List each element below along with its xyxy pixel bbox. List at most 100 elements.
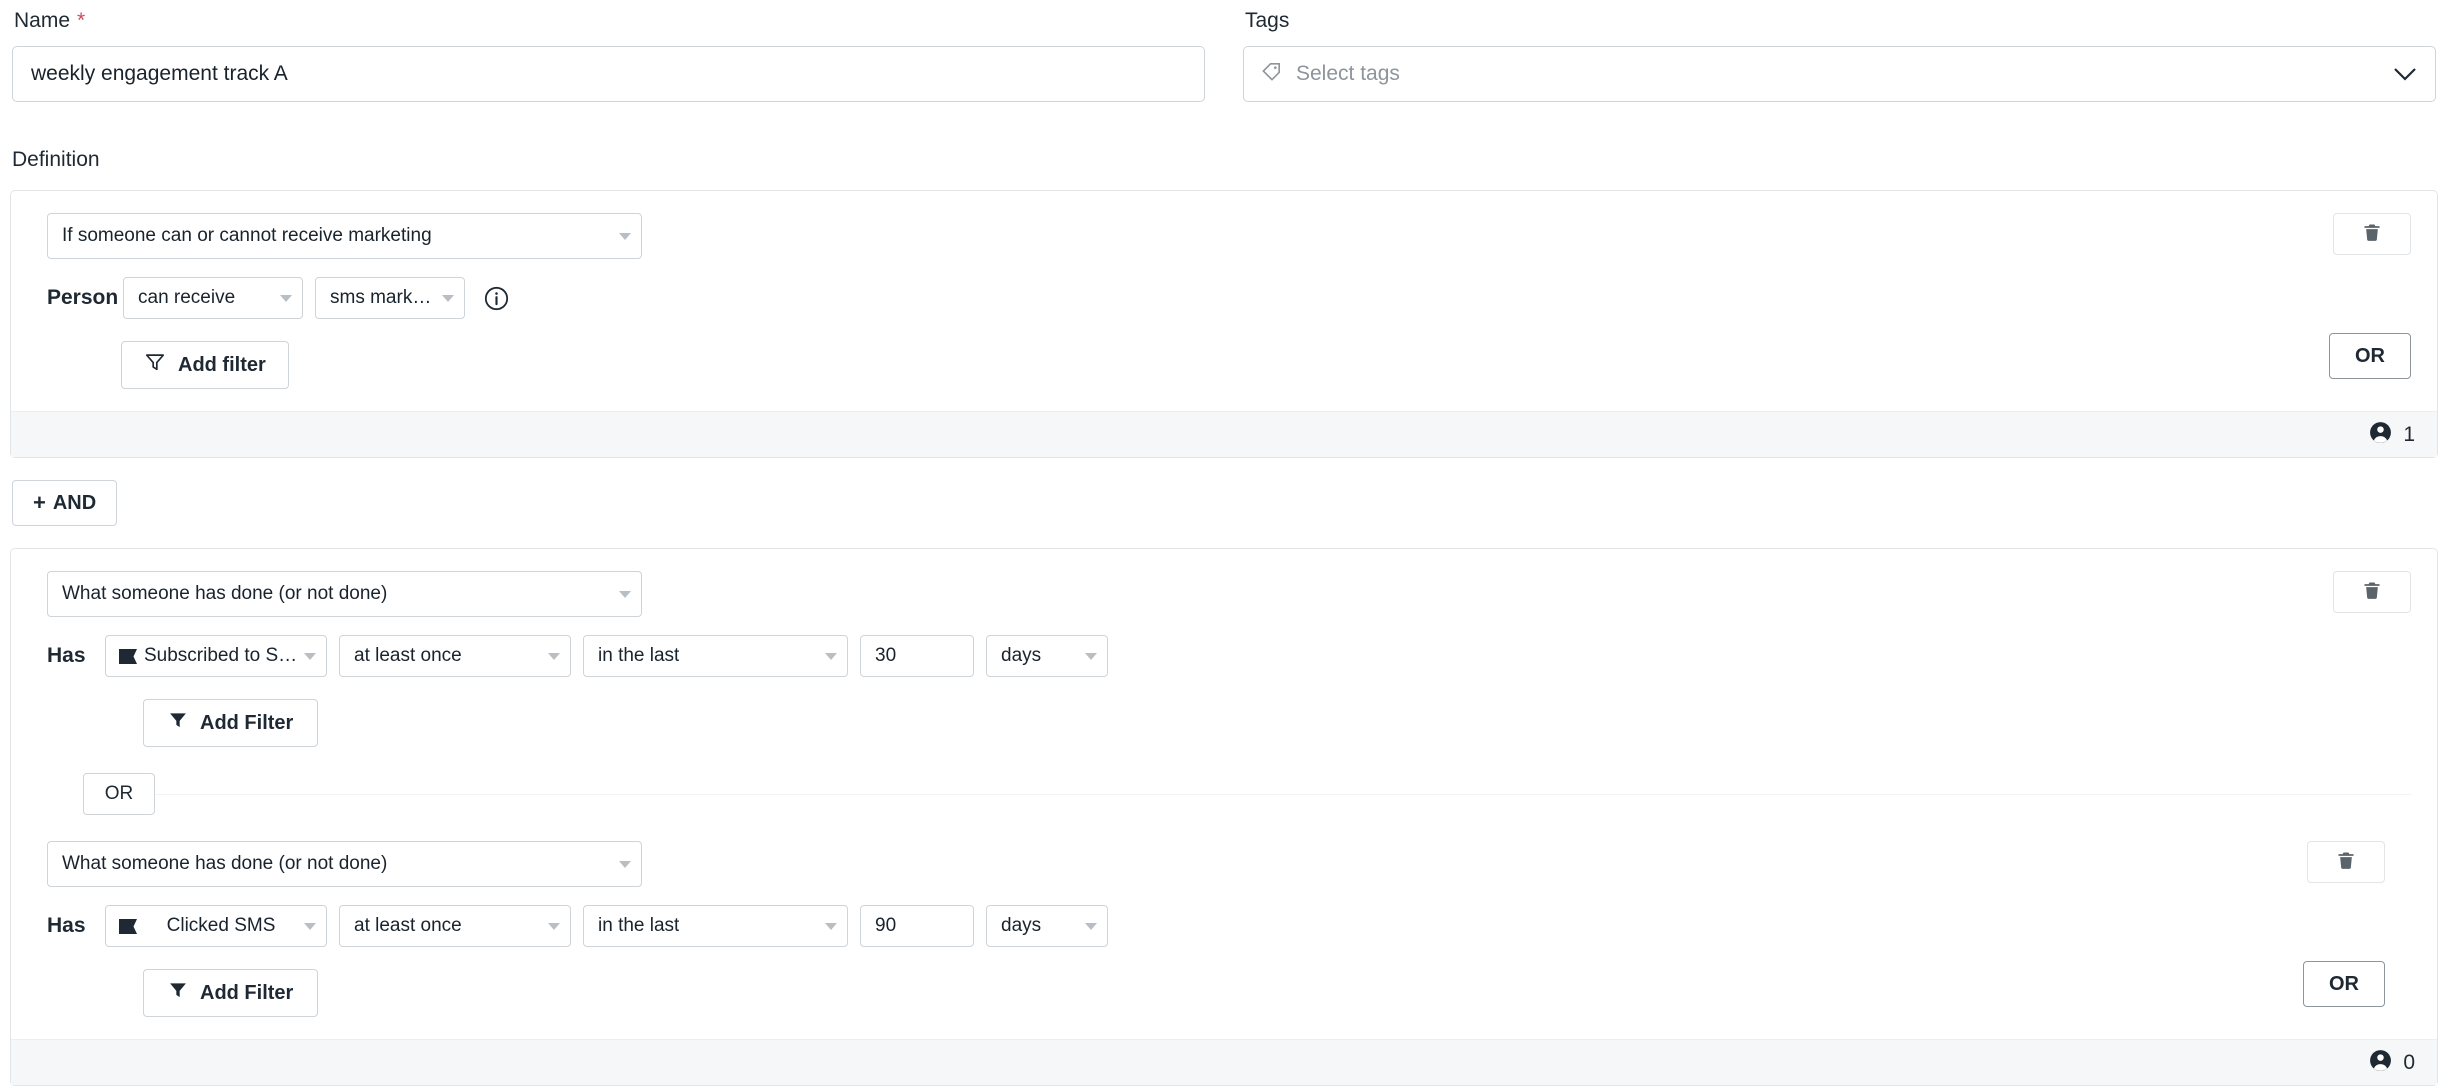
trash-icon	[2362, 579, 2382, 606]
unit-value-1: days	[1001, 645, 1042, 666]
person-count-1: 1	[2403, 422, 2415, 446]
tags-label: Tags	[1245, 8, 2436, 34]
unit-select-1[interactable]: days	[986, 635, 1108, 677]
condition-type-value-2: What someone has done (or not done)	[62, 583, 388, 604]
add-filter-button-2[interactable]: Add Filter	[143, 699, 319, 747]
frequency-value-2: at least once	[354, 915, 462, 936]
person-icon	[2368, 1048, 2393, 1078]
block-body: If someone can or cannot receive marketi…	[11, 191, 2437, 411]
event-select-1[interactable]: Subscribed to SMS Mar...	[105, 635, 327, 677]
condition-type-value-1: If someone can or cannot receive marketi…	[62, 225, 432, 246]
or-button-2[interactable]: OR	[2303, 961, 2385, 1007]
amount-input-1[interactable]: 30	[860, 635, 974, 677]
separator-line	[155, 793, 2411, 795]
definition-block-events: What someone has done (or not done) Has …	[10, 548, 2438, 1086]
event-filter-row-1: Has Subscribed to SMS Mar... at least on…	[47, 635, 2411, 677]
or-button-1[interactable]: OR	[2329, 333, 2411, 379]
unit-select-2[interactable]: days	[986, 905, 1108, 947]
event-block-body: What someone has done (or not done) Has …	[11, 549, 2437, 1039]
delete-block-button-1[interactable]	[2333, 213, 2411, 255]
name-field-group: Name * weekly engagement track A	[12, 0, 1205, 102]
plus-icon: +	[33, 490, 46, 515]
add-filter-label-1: Add filter	[178, 353, 266, 376]
person-row-label: Person	[47, 286, 119, 309]
has-row-label-2: Has	[47, 914, 86, 937]
block-footer-2: 0	[11, 1039, 2437, 1085]
tags-select[interactable]: Select tags	[1243, 46, 2436, 102]
receive-state-select[interactable]: can receive	[123, 277, 303, 319]
delete-row-button-3[interactable]	[2307, 841, 2385, 883]
or-separator: OR	[83, 773, 2411, 815]
has-row-label-1: Has	[47, 644, 86, 667]
chevron-down-icon	[280, 294, 292, 302]
event-row-2-wrapper: What someone has done (or not done) Has …	[47, 825, 2411, 1039]
chevron-down-icon	[1085, 922, 1097, 930]
chevron-down-icon	[442, 294, 454, 302]
event-value-1: Subscribed to SMS Mar...	[144, 645, 298, 666]
condition-type-select-2[interactable]: What someone has done (or not done)	[47, 571, 642, 617]
amount-input-2[interactable]: 90	[860, 905, 974, 947]
timeframe-select-1[interactable]: in the last	[583, 635, 848, 677]
chevron-down-icon	[548, 652, 560, 660]
event-flag-icon	[118, 918, 138, 935]
event-value-2: Clicked SMS	[166, 915, 276, 936]
unit-value-2: days	[1001, 915, 1042, 936]
tags-placeholder: Select tags	[1296, 62, 1400, 85]
chevron-down-icon[interactable]	[2393, 67, 2417, 81]
event-flag-icon	[118, 648, 138, 665]
channel-select[interactable]: sms marketing	[315, 277, 465, 319]
name-label: Name *	[14, 8, 1205, 34]
top-fields-row: Name * weekly engagement track A Tags Se…	[10, 0, 2438, 102]
condition-type-select-3[interactable]: What someone has done (or not done)	[47, 841, 642, 887]
filter-solid-icon	[168, 710, 188, 736]
timeframe-select-2[interactable]: in the last	[583, 905, 848, 947]
block-footer-1: 1	[11, 411, 2437, 457]
tag-icon	[1260, 60, 1283, 88]
add-and-button[interactable]: + AND	[12, 480, 118, 526]
frequency-select-2[interactable]: at least once	[339, 905, 571, 947]
filter-solid-icon	[168, 980, 188, 1006]
delete-row-button-2[interactable]	[2333, 571, 2411, 613]
timeframe-value-1: in the last	[598, 645, 680, 666]
name-label-text: Name	[14, 9, 71, 32]
amount-value-2: 90	[875, 915, 897, 936]
condition-type-value-3: What someone has done (or not done)	[62, 853, 388, 874]
name-input-value: weekly engagement track A	[31, 62, 288, 85]
chevron-down-icon	[619, 590, 631, 598]
chevron-down-icon	[304, 922, 316, 930]
tags-label-text: Tags	[1245, 9, 1290, 32]
add-filter-label-2: Add Filter	[200, 711, 294, 734]
segment-definition-page: Name * weekly engagement track A Tags Se…	[0, 0, 2448, 1086]
chevron-down-icon	[825, 652, 837, 660]
chevron-down-icon	[619, 232, 631, 240]
definition-heading: Definition	[12, 148, 100, 171]
chevron-down-icon	[304, 652, 316, 660]
info-icon[interactable]	[483, 285, 510, 312]
event-filter-row-2: Has Clicked SMS at least once in the las…	[47, 905, 2411, 947]
person-count-2: 0	[2403, 1050, 2415, 1074]
person-filter-row: Person can receive sms marketing	[47, 277, 2411, 319]
person-icon	[2368, 420, 2393, 450]
channel-value: sms marketing	[330, 287, 434, 308]
frequency-value-1: at least once	[354, 645, 462, 666]
frequency-select-1[interactable]: at least once	[339, 635, 571, 677]
add-filter-label-3: Add Filter	[200, 981, 294, 1004]
and-label: AND	[52, 491, 97, 514]
add-filter-button-1[interactable]: Add filter	[121, 341, 289, 389]
chevron-down-icon	[825, 922, 837, 930]
chevron-down-icon	[619, 860, 631, 868]
chevron-down-icon	[1085, 652, 1097, 660]
filter-outline-icon	[144, 351, 166, 379]
or-separator-chip[interactable]: OR	[83, 773, 155, 815]
condition-type-select-1[interactable]: If someone can or cannot receive marketi…	[47, 213, 642, 259]
definition-block-marketing: If someone can or cannot receive marketi…	[10, 190, 2438, 458]
trash-icon	[2362, 221, 2382, 248]
chevron-down-icon	[548, 922, 560, 930]
trash-icon	[2336, 849, 2356, 876]
timeframe-value-2: in the last	[598, 915, 680, 936]
amount-value-1: 30	[875, 645, 897, 666]
tags-field-group: Tags Select tags	[1243, 0, 2436, 102]
add-filter-button-3[interactable]: Add Filter	[143, 969, 319, 1017]
name-input[interactable]: weekly engagement track A	[12, 46, 1205, 102]
event-select-2[interactable]: Clicked SMS	[105, 905, 327, 947]
